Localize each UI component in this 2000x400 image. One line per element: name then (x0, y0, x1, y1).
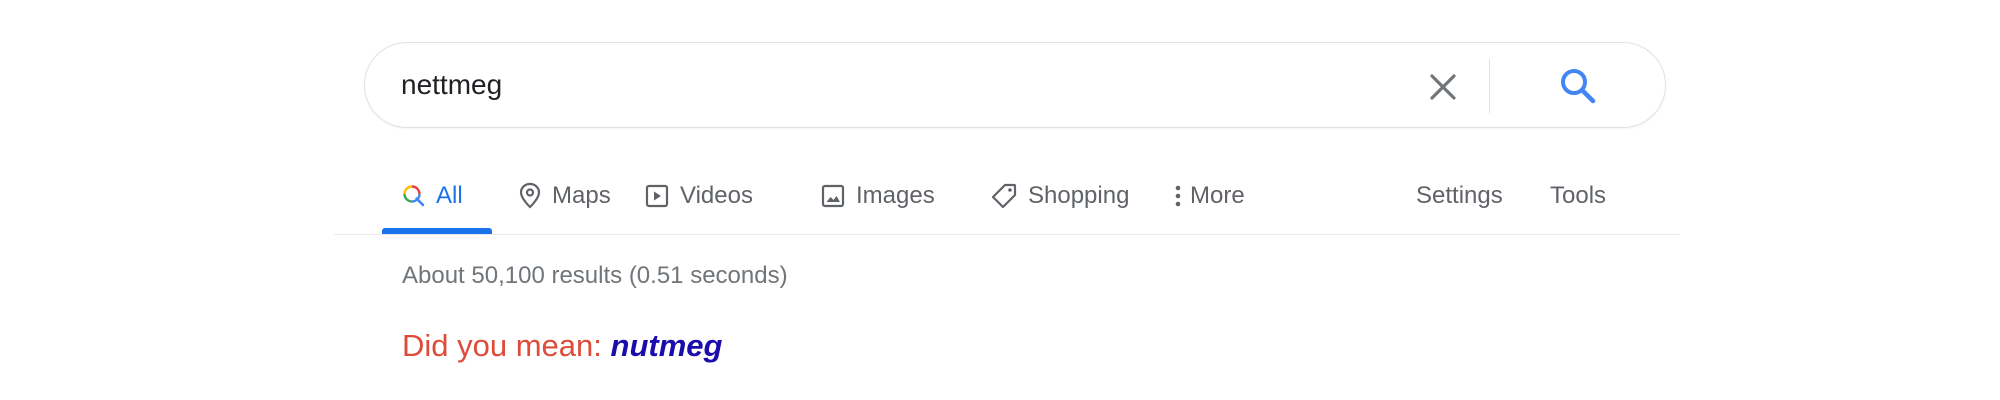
tab-shopping-label: Shopping (1028, 182, 1130, 209)
result-stats: About 50,100 results (0.51 seconds) (402, 262, 788, 289)
spelling-suggestion: Did you mean: nutmeg (402, 328, 722, 364)
search-tabs: All Maps Videos Images Shopping More Set… (382, 166, 1682, 234)
close-icon (1430, 74, 1456, 100)
clear-search-button[interactable] (1421, 65, 1465, 109)
search-divider (1489, 59, 1490, 113)
tab-images[interactable]: Images (820, 176, 935, 216)
tab-maps[interactable]: Maps (518, 176, 611, 216)
suggestion-link[interactable]: nutmeg (611, 328, 723, 363)
settings-label: Settings (1416, 182, 1503, 209)
tab-more[interactable]: More (1172, 176, 1245, 216)
tab-maps-label: Maps (552, 182, 611, 209)
play-video-icon (644, 183, 670, 209)
map-pin-icon (518, 182, 542, 210)
tab-all-label: All (436, 182, 463, 209)
more-vert-icon (1172, 183, 1184, 209)
image-icon (820, 183, 846, 209)
tab-videos-label: Videos (680, 182, 753, 209)
search-input[interactable] (401, 61, 1381, 109)
search-button[interactable] (1555, 63, 1601, 109)
tab-all[interactable]: All (402, 176, 463, 216)
tab-images-label: Images (856, 182, 935, 209)
tools-label: Tools (1550, 182, 1607, 209)
tab-shopping[interactable]: Shopping (990, 176, 1129, 216)
tabs-divider (334, 234, 1680, 235)
tab-more-label: More (1190, 182, 1245, 209)
settings-button[interactable]: Settings (1416, 176, 1503, 216)
did-you-mean-label: Did you mean: (402, 328, 602, 363)
tab-videos[interactable]: Videos (644, 176, 753, 216)
search-icon (402, 184, 426, 208)
tools-button[interactable]: Tools (1550, 176, 1606, 216)
tag-icon (990, 182, 1018, 210)
search-bar (364, 42, 1666, 128)
search-icon (1561, 69, 1596, 104)
